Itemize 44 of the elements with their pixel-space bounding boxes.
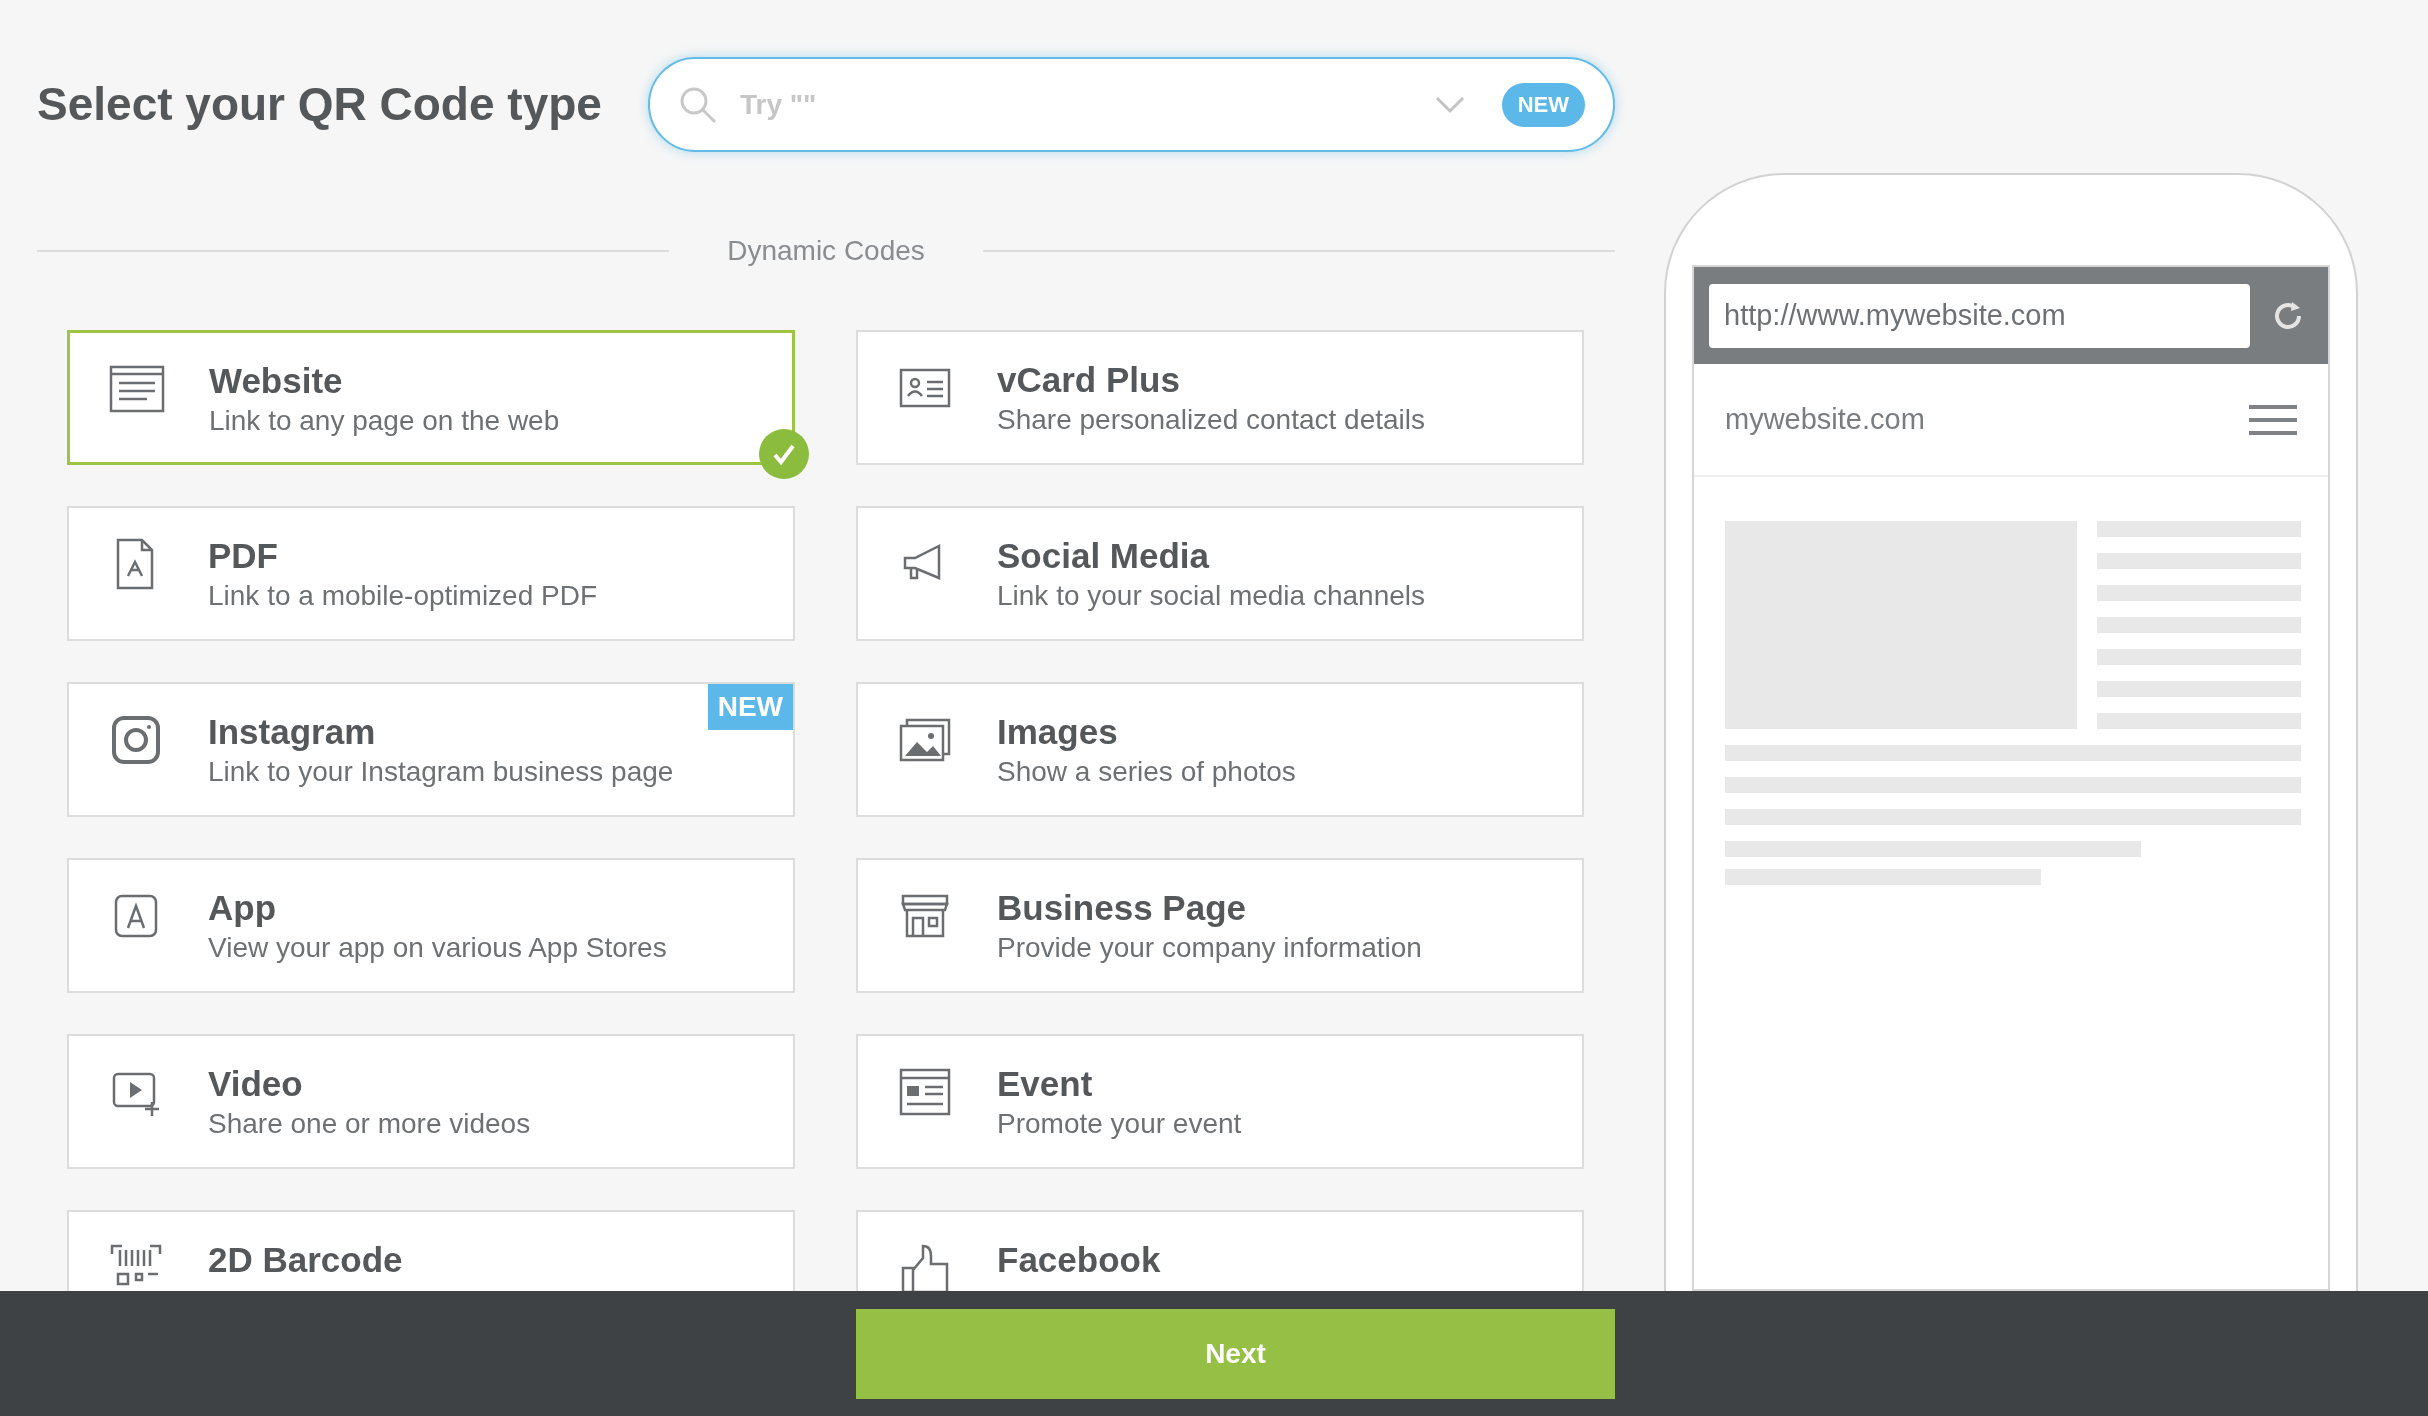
code-type-card[interactable]: vCard Plus Share personalized contact details <box>856 330 1584 465</box>
code-type-card[interactable]: Business Page Provide your company information <box>856 858 1584 993</box>
menu-icon <box>2249 404 2297 435</box>
url-field: http://www.mywebsite.com <box>1709 283 2250 348</box>
checkmark-icon <box>759 429 809 479</box>
card-description: Promote your event <box>997 1107 1242 1141</box>
card-title: Website <box>209 361 344 401</box>
code-type-card[interactable]: Images Show a series of photos <box>856 682 1584 817</box>
card-description: Link to your Instagram business page <box>208 755 674 789</box>
card-title: PDF <box>208 536 279 576</box>
card-description: Link to any page on the web <box>209 404 560 438</box>
card-description: Share personalized contact details <box>997 403 1426 437</box>
code-type-card[interactable]: PDF Link to a mobile-optimized PDF <box>67 506 795 641</box>
page-title: Select your QR Code type <box>37 77 603 132</box>
section-heading: Dynamic Codes <box>727 234 925 268</box>
card-title: Event <box>997 1064 1094 1104</box>
card-title: Facebook <box>997 1240 1161 1280</box>
card-description: Link to your social media channels <box>997 579 1425 613</box>
card-description: View your app on various App Stores <box>208 931 667 965</box>
chevron-down-icon <box>1433 94 1466 115</box>
card-title: Images <box>997 712 1119 752</box>
code-type-card[interactable]: Facebook <box>856 1210 1584 1291</box>
new-badge: NEW <box>1501 82 1585 127</box>
code-type-card[interactable]: Instagram Link to your Instagram business page NEW <box>67 682 795 817</box>
card-description: Link to a mobile-optimized PDF <box>208 579 598 613</box>
code-type-card[interactable]: Social Media Link to your social media channels <box>856 506 1584 641</box>
code-type-card[interactable]: 2D Barcode <box>67 1210 795 1291</box>
card-title: Business Page <box>997 888 1247 928</box>
card-title: App <box>208 888 278 928</box>
card-description: Provide your company information <box>997 931 1422 965</box>
new-badge: NEW <box>707 684 793 730</box>
card-title: 2D Barcode <box>208 1240 403 1280</box>
code-type-card[interactable]: Website Link to any page on the web <box>67 330 795 465</box>
card-description: Share one or more videos <box>208 1107 531 1141</box>
search-input[interactable]: Try "" <box>740 83 1434 126</box>
card-description: Show a series of photos <box>997 755 1296 789</box>
card-title: Social Media <box>997 536 1211 576</box>
code-type-card[interactable]: Video Share one or more videos <box>67 1034 795 1169</box>
card-title: vCard Plus <box>997 360 1181 400</box>
site-name: mywebsite.com <box>1725 401 1925 437</box>
code-type-card[interactable]: Event Promote your event <box>856 1034 1584 1169</box>
card-title: Instagram <box>208 712 377 752</box>
card-title: Video <box>208 1064 304 1104</box>
code-type-card[interactable]: App View your app on various App Stores <box>67 858 795 993</box>
